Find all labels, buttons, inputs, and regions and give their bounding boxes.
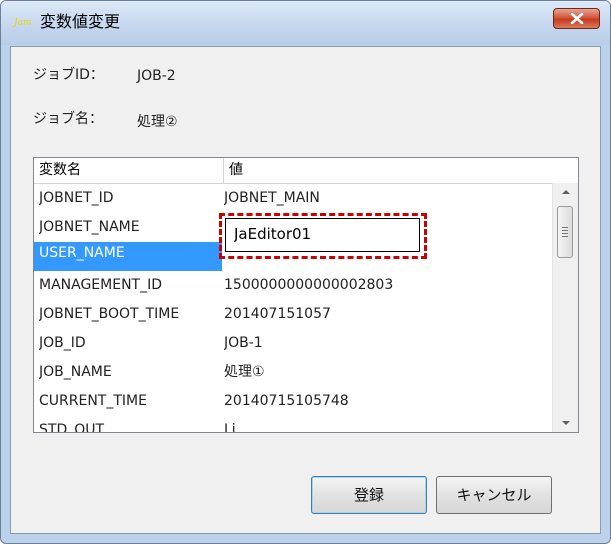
variable-value-cell[interactable]: JOB-1: [224, 329, 550, 358]
variable-value-cell[interactable]: 20140715105748: [224, 387, 550, 416]
dialog-window: Jam 変数値変更 ジョブID： JOB-2 ジョブ名： 処理② 変数名 値 J…: [0, 0, 611, 544]
vertical-scrollbar[interactable]: [552, 183, 578, 432]
job-id-value: JOB-2: [137, 68, 176, 84]
app-icon: Jam: [14, 18, 32, 28]
job-id-label: ジョブID：: [33, 67, 104, 83]
variable-name-cell[interactable]: CURRENT_TIME: [39, 387, 222, 416]
variable-name-cell[interactable]: JOBNET_ID: [39, 184, 222, 213]
register-button[interactable]: 登録: [311, 476, 427, 514]
close-button[interactable]: [553, 8, 600, 29]
variable-name-cell[interactable]: STD_OUT: [39, 416, 222, 432]
close-icon: [570, 13, 584, 24]
table-row[interactable]: STD_OUT Li: [34, 416, 552, 432]
variable-value-cell[interactable]: JOBNET_MAIN: [224, 184, 550, 213]
column-header-value[interactable]: 値: [224, 158, 552, 183]
table-row[interactable]: CURRENT_TIME 20140715105748: [34, 387, 552, 416]
variable-name-cell[interactable]: JOBNET_NAME: [39, 213, 222, 242]
scroll-thumb[interactable]: [557, 206, 573, 258]
variable-value-cell[interactable]: Li: [224, 416, 550, 432]
table-row[interactable]: JOBNET_BOOT_TIME 201407151057: [34, 300, 552, 329]
thumb-grip: [562, 236, 568, 237]
variable-name-cell[interactable]: USER_NAME: [34, 242, 222, 271]
scroll-up-button[interactable]: [553, 183, 578, 201]
value-edit-input[interactable]: [226, 219, 414, 249]
table-row[interactable]: JOB_ID JOB-1: [34, 329, 552, 358]
variable-value-cell[interactable]: 処理①: [224, 358, 550, 387]
value-editor[interactable]: [225, 218, 420, 252]
variable-name-cell[interactable]: JOB_ID: [39, 329, 222, 358]
thumb-grip: [562, 233, 568, 234]
variable-name-cell[interactable]: MANAGEMENT_ID: [39, 271, 222, 300]
job-name-value: 処理②: [137, 114, 178, 130]
cancel-button[interactable]: キャンセル: [436, 476, 552, 514]
table-row[interactable]: MANAGEMENT_ID 1500000000000002803: [34, 271, 552, 300]
table-row[interactable]: JOB_NAME 処理①: [34, 358, 552, 387]
thumb-grip: [562, 227, 568, 228]
column-header-variable-name[interactable]: 変数名: [34, 158, 224, 183]
variable-value-cell[interactable]: 201407151057: [224, 300, 550, 329]
variable-name-cell[interactable]: JOBNET_BOOT_TIME: [39, 300, 222, 329]
variable-name-cell[interactable]: JOB_NAME: [39, 358, 222, 387]
window-title: 変数値変更: [40, 12, 121, 31]
grid-header: 変数名 値: [34, 158, 552, 184]
variable-value-cell[interactable]: 1500000000000002803: [224, 271, 550, 300]
scroll-down-button[interactable]: [553, 414, 578, 432]
variable-grid[interactable]: 変数名 値 JOBNET_IDJOBNET_MAINJOBNET_NAMEメイン…: [33, 157, 579, 433]
dialog-body: ジョブID： JOB-2 ジョブ名： 処理② 変数名 値 JOBNET_ID JO…: [10, 46, 601, 534]
scroll-down-arrow-icon: [562, 421, 570, 425]
scroll-up-arrow-icon: [562, 190, 570, 194]
table-row[interactable]: JOBNET_ID JOBNET_MAIN: [34, 184, 552, 213]
thumb-grip: [562, 230, 568, 231]
title-bar[interactable]: Jam 変数値変更: [1, 1, 610, 45]
job-name-label: ジョブ名：: [33, 111, 103, 127]
